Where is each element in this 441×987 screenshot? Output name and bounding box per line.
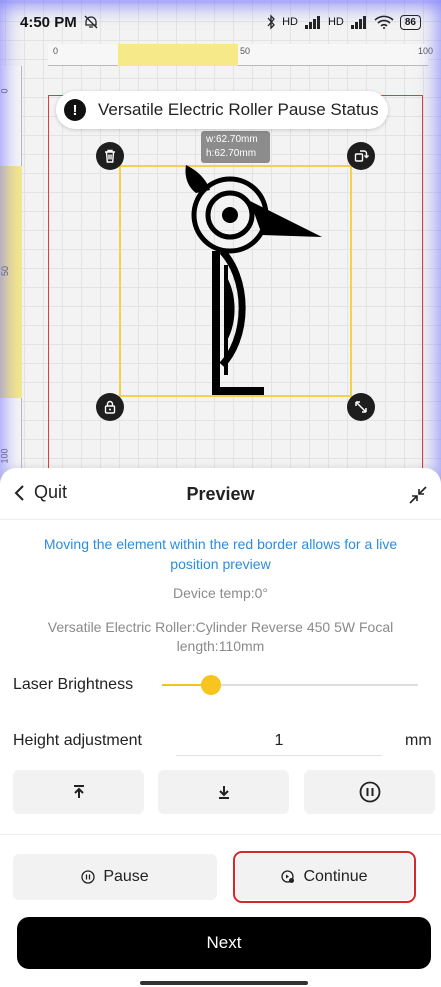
- height-adjustment-label: Height adjustment: [13, 732, 142, 749]
- device-info: Versatile Electric Roller:Cylinder Rever…: [47, 619, 394, 654]
- pause-circle-small-icon: [81, 870, 95, 884]
- signal-bars-icon-2: [350, 16, 366, 29]
- home-indicator: [140, 981, 308, 985]
- trash-icon: [105, 149, 115, 163]
- size-tooltip: w:62.70mm h:62.70mm: [201, 131, 270, 163]
- rotate-handle[interactable]: [347, 142, 375, 170]
- ruler-left-highlight: [0, 166, 22, 398]
- pause-status-text: Versatile Electric Roller Pause Status: [98, 100, 379, 119]
- ruler-top-tick: 100: [418, 46, 434, 56]
- quit-button[interactable]: Quit: [12, 482, 67, 503]
- screen: 0 50 100 0 50 100 w:62.70mm h:62.70mm ! …: [0, 0, 441, 987]
- resize-diagonal-icon: [355, 401, 367, 413]
- ruler-top-highlight: [118, 44, 238, 66]
- ruler-top: 0 50 100: [48, 44, 433, 66]
- move-up-button[interactable]: [13, 770, 144, 814]
- signal-hd-label-2: HD: [327, 16, 344, 28]
- collapse-icon[interactable]: [406, 483, 430, 507]
- system-status-bar: 4:50 PM HD HD 86: [0, 0, 441, 44]
- continue-button[interactable]: Continue: [233, 851, 416, 903]
- exclamation-icon: !: [64, 99, 86, 121]
- pause-status-notice: ! Versatile Electric Roller Pause Status: [56, 91, 388, 129]
- lock-handle[interactable]: [96, 393, 124, 421]
- wifi-icon: [374, 15, 394, 29]
- no-alarm-icon: [84, 15, 98, 29]
- ruler-left-tick: 100: [0, 448, 10, 464]
- pause-label: Pause: [103, 868, 149, 885]
- size-height: h:62.70mm: [206, 148, 257, 159]
- ruler-top-tick: 0: [53, 46, 59, 56]
- signal-hd-label: HD: [282, 16, 298, 28]
- height-unit: mm: [405, 732, 432, 749]
- scale-handle[interactable]: [347, 393, 375, 421]
- chevron-left-icon: [14, 484, 24, 501]
- size-width: w:62.70mm: [206, 134, 258, 145]
- continue-label: Continue: [303, 868, 368, 885]
- move-down-icon: [218, 786, 229, 799]
- move-up-icon: [73, 785, 84, 798]
- height-adjustment-input[interactable]: [176, 726, 382, 756]
- stop-move-button[interactable]: [304, 770, 435, 814]
- bluetooth-icon: [267, 14, 275, 30]
- ruler-top-tick: 50: [240, 46, 251, 56]
- preview-panel: Quit Preview Moving the element within t…: [0, 468, 441, 987]
- laser-brightness-slider[interactable]: [162, 674, 418, 696]
- ruler-left: 0 50 100: [0, 66, 22, 520]
- pause-button[interactable]: Pause: [13, 854, 217, 900]
- woodpecker-logo-graphic[interactable]: [180, 165, 325, 395]
- next-button[interactable]: Next: [17, 917, 431, 969]
- live-preview-hint: Moving the element within the red border…: [43, 536, 398, 572]
- panel-header: Quit Preview: [0, 468, 441, 520]
- device-temperature: Device temp:0°: [172, 585, 269, 601]
- status-time: 4:50 PM: [20, 13, 77, 31]
- laser-brightness-label: Laser Brightness: [13, 676, 134, 693]
- slider-thumb[interactable]: [200, 675, 221, 695]
- rotate-icon: [354, 150, 369, 162]
- pause-circle-icon: [359, 781, 380, 803]
- signal-bars-icon: [304, 16, 320, 29]
- ruler-left-tick: 0: [0, 88, 10, 94]
- battery-indicator: 86: [399, 14, 421, 30]
- continue-icon: [281, 870, 295, 883]
- lock-icon: [104, 400, 116, 414]
- move-down-button[interactable]: [158, 770, 289, 814]
- delete-handle[interactable]: [96, 142, 124, 170]
- work-canvas[interactable]: 0 50 100 0 50 100 w:62.70mm h:62.70mm ! …: [0, 0, 441, 525]
- divider: [0, 834, 441, 835]
- quit-label: Quit: [34, 482, 68, 502]
- ruler-left-tick: 50: [0, 265, 11, 277]
